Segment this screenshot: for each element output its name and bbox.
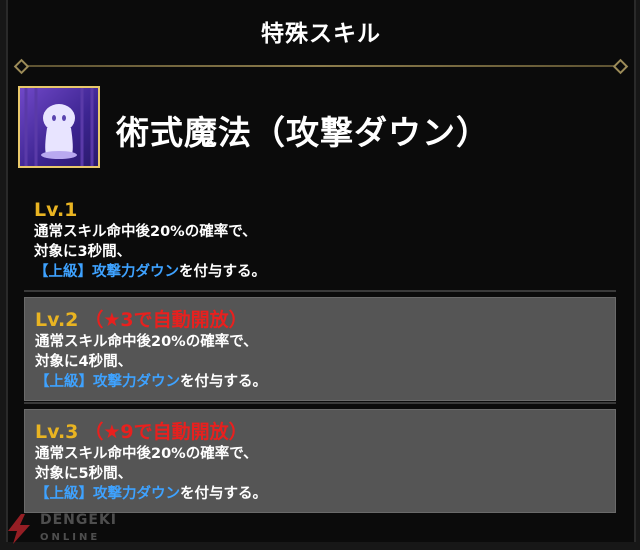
divider-ornament-right xyxy=(612,58,629,75)
level-label: Lv.3 xyxy=(35,421,79,443)
level-desc-line2: 対象に4秒間、 xyxy=(35,354,133,370)
level-desc-line1: 通常スキル命中後20%の確率で、 xyxy=(35,334,258,350)
page-title: 特殊スキル xyxy=(261,21,381,47)
status-effect-tag: 【上級】攻撃力ダウン xyxy=(34,264,179,280)
level-desc-line2: 対象に3秒間、 xyxy=(34,244,132,260)
level-desc-suffix: を付与する。 xyxy=(180,486,267,502)
level-heading: Lv.2 （★3で自動開放） xyxy=(35,308,603,332)
level-label: Lv.2 xyxy=(35,309,79,331)
skill-level-2: Lv.2 （★3で自動開放） 通常スキル命中後20%の確率で、 対象に4秒間、 【… xyxy=(24,297,616,401)
level-label: Lv.1 xyxy=(34,199,78,221)
status-effect-tag: 【上級】攻撃力ダウン xyxy=(35,374,180,390)
ghost-character-icon xyxy=(18,86,100,168)
level-desc-line3: 【上級】攻撃力ダウンを付与する。 xyxy=(35,484,603,504)
skill-level-1: Lv.1 通常スキル命中後20%の確率で、 対象に3秒間、 【上級】攻撃力ダウン… xyxy=(24,188,616,280)
level-desc-line2: 対象に5秒間、 xyxy=(35,466,133,482)
skill-name: 術式魔法（攻撃ダウン） xyxy=(116,113,490,152)
level-desc-line3: 【上級】攻撃力ダウンを付与する。 xyxy=(35,372,603,392)
skill-level-3: Lv.3 （★9で自動開放） 通常スキル命中後20%の確率で、 対象に5秒間、 【… xyxy=(24,409,616,513)
level-divider xyxy=(24,402,616,404)
title-divider xyxy=(22,65,620,67)
unlock-condition: （★9で自動開放） xyxy=(84,421,248,443)
skill-icon-art xyxy=(24,88,94,166)
level-desc-line1: 通常スキル命中後20%の確率で、 xyxy=(34,224,257,240)
level-heading: Lv.1 xyxy=(34,198,604,222)
level-divider xyxy=(24,290,616,292)
unlock-condition: （★3で自動開放） xyxy=(84,309,248,331)
lightning-logo-icon xyxy=(8,514,30,544)
level-desc-suffix: を付与する。 xyxy=(180,374,267,390)
watermark-subtext: ONLINE xyxy=(40,532,101,543)
level-heading: Lv.3 （★9で自動開放） xyxy=(35,420,603,444)
watermark-text: DENGEKI xyxy=(40,512,118,528)
level-desc-line3: 【上級】攻撃力ダウンを付与する。 xyxy=(34,262,604,282)
status-effect-tag: 【上級】攻撃力ダウン xyxy=(35,486,180,502)
level-desc-suffix: を付与する。 xyxy=(179,264,266,280)
divider-ornament-left xyxy=(13,58,30,75)
level-desc-line1: 通常スキル命中後20%の確率で、 xyxy=(35,446,258,462)
